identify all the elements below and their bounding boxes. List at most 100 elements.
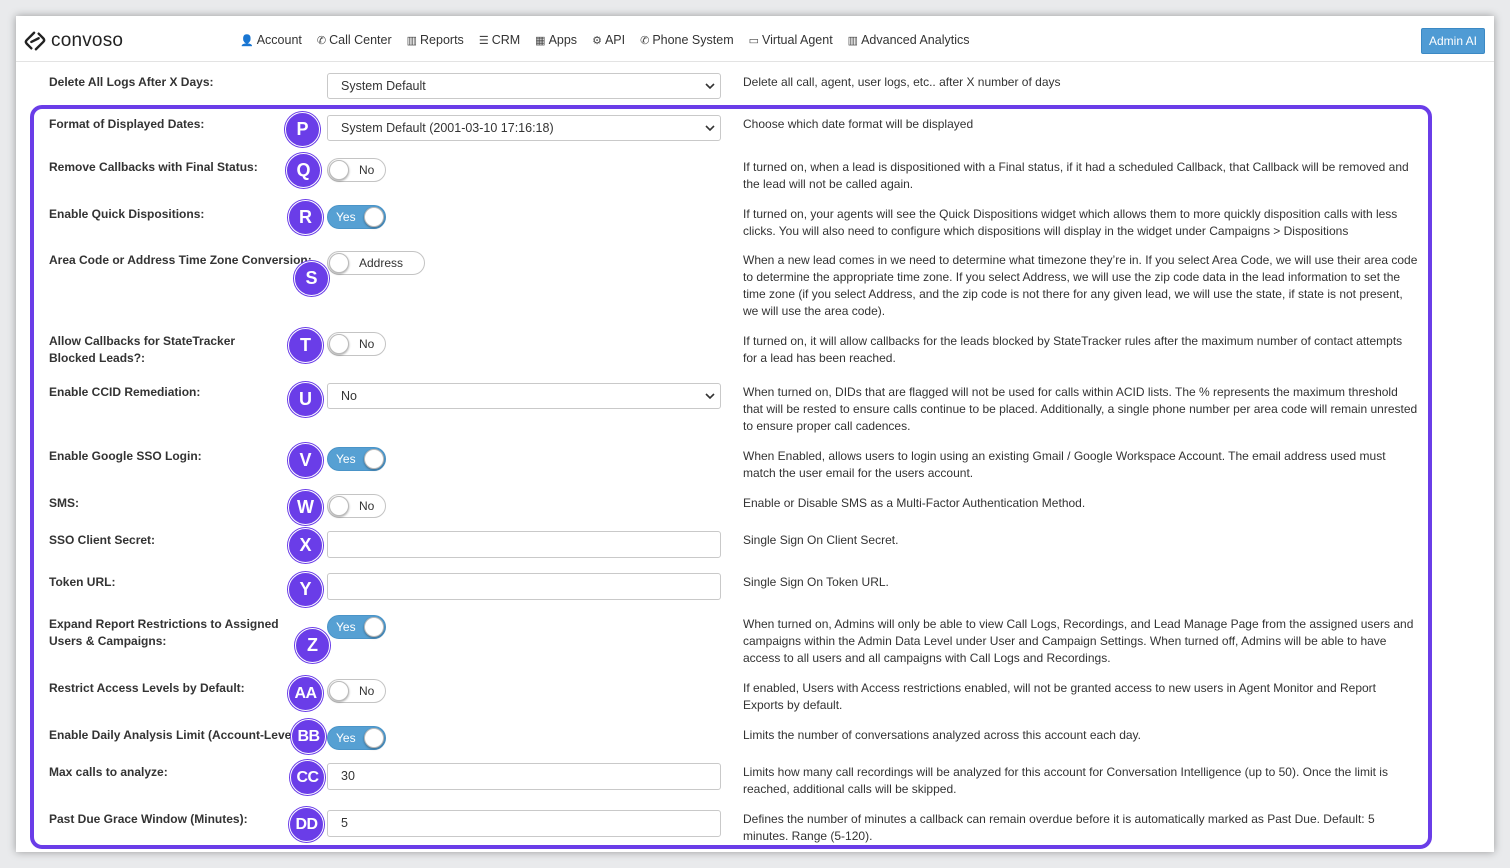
toggle-knob [364, 449, 384, 469]
setting-label: Delete All Logs After X Days: [49, 75, 214, 89]
setting-description: Defines the number of minutes a callback… [743, 812, 1375, 843]
setting-description: Choose which date format will be display… [743, 117, 974, 131]
nav-item-virtual-agent[interactable]: ▭ Virtual Agent [749, 33, 833, 47]
setting-label: Restrict Access Levels by Default: [49, 681, 245, 695]
delete-logs-select[interactable]: System Default [327, 73, 721, 99]
annotation-marker: V [288, 443, 323, 478]
main-nav: 👤 Account ✆ Call Center ▥ Reports ☰ CRM ▦ App… [240, 33, 984, 47]
annotation-marker: Q [286, 153, 321, 188]
quick-dispositions-toggle[interactable]: Yes [327, 205, 386, 229]
brand-name: convoso [51, 30, 124, 51]
setting-description: Limits how many call recordings will be … [743, 765, 1388, 796]
remove-callbacks-toggle[interactable]: No [327, 158, 386, 182]
top-navbar: convoso 👤 Account ✆ Call Center ▥ Reports ☰… [16, 16, 1494, 62]
statetracker-callbacks-toggle[interactable]: No [327, 332, 386, 356]
restrict-access-toggle[interactable]: No [327, 679, 386, 703]
annotation-marker: Y [288, 572, 323, 607]
grace-window-input[interactable]: 5 [327, 810, 721, 837]
list-icon: ☰ [478, 34, 489, 47]
toggle-knob [329, 334, 349, 354]
annotation-marker: P [285, 112, 320, 147]
setting-label: Remove Callbacks with Final Status: [49, 160, 258, 174]
setting-description: When a new lead comes in we need to dete… [743, 253, 1418, 318]
setting-description: Delete all call, agent, user logs, etc..… [743, 75, 1061, 89]
daily-analysis-toggle[interactable]: Yes [327, 726, 386, 750]
setting-description: Enable or Disable SMS as a Multi-Factor … [743, 496, 1086, 510]
timezone-conversion-toggle[interactable]: Address [327, 251, 425, 275]
annotation-marker: S [294, 261, 329, 296]
convoso-logo-icon [24, 31, 46, 51]
setting-description: When turned on, Admins will only be able… [743, 617, 1414, 665]
annotation-marker: Z [295, 628, 330, 663]
max-calls-input[interactable]: 30 [327, 763, 721, 790]
monitor-icon: ▭ [748, 34, 760, 47]
toggle-knob [329, 681, 349, 701]
toggle-knob [329, 496, 349, 516]
annotation-marker: R [288, 200, 323, 235]
setting-description: When Enabled, allows users to login usin… [743, 449, 1386, 480]
setting-label: Max calls to analyze: [49, 765, 168, 779]
brand-logo[interactable]: convoso [24, 30, 123, 52]
token-url-input[interactable] [327, 573, 721, 600]
grid-icon: ▦ [535, 34, 546, 47]
setting-label: Enable Quick Dispositions: [49, 207, 205, 221]
setting-description: Single Sign On Client Secret. [743, 533, 899, 547]
annotation-marker: AA [288, 676, 323, 711]
phone-icon: ✆ [640, 34, 650, 47]
bar-chart-icon: ▥ [847, 34, 859, 47]
report-restrictions-toggle[interactable]: Yes [327, 615, 386, 639]
setting-label: Token URL: [49, 575, 116, 589]
setting-label: Enable Daily Analysis Limit (Account-Lev… [49, 728, 303, 742]
nav-item-phone-system[interactable]: ✆ Phone System [640, 33, 734, 47]
annotation-marker: T [288, 328, 323, 363]
nav-item-call-center[interactable]: ✆ Call Center [317, 33, 392, 47]
toggle-knob [329, 160, 349, 180]
sms-toggle[interactable]: No [327, 494, 386, 518]
annotation-marker: W [288, 490, 323, 525]
bar-chart-icon: ▥ [406, 34, 418, 47]
nav-item-reports[interactable]: ▥ Reports [407, 33, 464, 47]
sso-client-secret-input[interactable] [327, 531, 721, 558]
toggle-knob [364, 728, 384, 748]
annotation-marker: BB [291, 719, 326, 754]
gear-icon: ⚙ [592, 34, 602, 47]
setting-label: Enable CCID Remediation: [49, 385, 201, 399]
nav-item-api[interactable]: ⚙ API [592, 33, 625, 47]
setting-description: Limits the number of conversations analy… [743, 728, 1141, 742]
annotation-marker: X [288, 528, 323, 563]
setting-description: Single Sign On Token URL. [743, 575, 889, 589]
nav-item-account[interactable]: 👤 Account [240, 33, 302, 47]
setting-label: Enable Google SSO Login: [49, 449, 202, 463]
chevron-down-icon [705, 393, 715, 400]
setting-label: SMS: [49, 496, 79, 510]
annotation-marker: CC [290, 760, 325, 795]
annotation-marker: U [288, 382, 323, 417]
toggle-knob [364, 617, 384, 637]
chevron-down-icon [705, 83, 715, 90]
nav-item-advanced-analytics[interactable]: ▥ Advanced Analytics [848, 33, 970, 47]
setting-label: Allow Callbacks for StateTracker Blocked… [49, 334, 236, 365]
ccid-remediation-select[interactable]: No [327, 383, 721, 409]
nav-item-crm[interactable]: ☰ CRM [479, 33, 520, 47]
annotation-marker: DD [289, 807, 324, 842]
setting-description: If turned on, it will allow callbacks fo… [743, 334, 1403, 365]
setting-description: If enabled, Users with Access restrictio… [743, 681, 1376, 712]
setting-label: Format of Displayed Dates: [49, 117, 205, 131]
setting-label: SSO Client Secret: [49, 533, 156, 547]
date-format-select[interactable]: System Default (2001-03-10 17:16:18) [327, 115, 721, 141]
chevron-down-icon [705, 125, 715, 132]
setting-label: Area Code or Address Time Zone Conversio… [49, 253, 312, 267]
user-icon: 👤 [240, 34, 254, 47]
toggle-knob [364, 207, 384, 227]
setting-label: Expand Report Restrictions to Assigned U… [49, 617, 279, 648]
toggle-knob [329, 253, 349, 273]
admin-ai-button[interactable]: Admin AI [1421, 28, 1485, 54]
setting-label: Past Due Grace Window (Minutes): [49, 812, 248, 826]
setting-description: If turned on, when a lead is disposition… [743, 160, 1409, 191]
phone-icon: ✆ [316, 34, 327, 47]
google-sso-toggle[interactable]: Yes [327, 447, 386, 471]
setting-description: If turned on, your agents will see the Q… [743, 207, 1398, 238]
setting-description: When turned on, DIDs that are flagged wi… [743, 385, 1418, 433]
nav-item-apps[interactable]: ▦ Apps [535, 33, 577, 47]
app-window: convoso 👤 Account ✆ Call Center ▥ Reports ☰… [16, 16, 1494, 852]
